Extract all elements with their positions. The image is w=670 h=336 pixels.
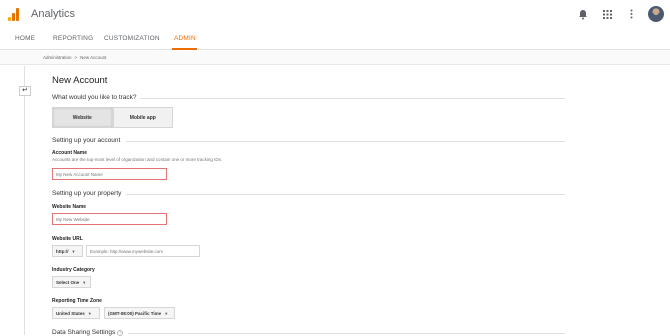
website-name-label: Website Name: [52, 204, 87, 210]
tab-admin[interactable]: ADMIN: [174, 35, 196, 42]
tab-reporting[interactable]: REPORTING: [53, 35, 93, 42]
top-icons: [576, 6, 664, 22]
track-question: What would you like to track?: [52, 94, 137, 101]
account-name-help: Accounts are the top-most level of organ…: [52, 157, 223, 162]
website-url-input[interactable]: [86, 245, 200, 257]
more-vert-icon[interactable]: [624, 7, 638, 21]
divider: [140, 98, 565, 99]
caret-down-icon: ▼: [71, 248, 76, 254]
app-title: Analytics: [31, 8, 76, 20]
timezone-dropdown[interactable]: (GMT-08:00) Pacific Time ▼: [104, 307, 175, 319]
industry-dropdown[interactable]: Select One ▼: [52, 276, 91, 288]
website-option[interactable]: Website: [52, 107, 113, 128]
tab-customization[interactable]: CUSTOMIZATION: [104, 35, 160, 42]
top-app-bar: Analytics: [0, 0, 670, 30]
breadcrumb-current: New Account: [80, 55, 107, 60]
account-name-input[interactable]: [52, 168, 167, 180]
breadcrumb-separator: >: [74, 55, 78, 60]
divider: [126, 194, 565, 195]
divider: [128, 333, 565, 334]
left-rail-divider: [24, 66, 25, 335]
help-icon[interactable]: ?: [117, 330, 124, 336]
avatar[interactable]: [648, 6, 664, 22]
account-section-title: Setting up your account: [52, 137, 121, 144]
breadcrumb: Administration > New Account: [43, 55, 106, 60]
main-nav: HOME REPORTING CUSTOMIZATION ADMIN: [0, 30, 670, 50]
mobile-app-option[interactable]: Mobile app: [112, 107, 173, 128]
account-name-label: Account Name: [52, 150, 88, 156]
caret-down-icon: ▼: [87, 310, 92, 316]
country-value: United States: [56, 310, 85, 316]
caret-down-icon: ▼: [164, 310, 169, 316]
timezone-label: Reporting Time Zone: [52, 298, 102, 304]
timezone-value: (GMT-08:00) Pacific Time: [108, 310, 162, 316]
apps-grid-icon[interactable]: [600, 7, 614, 21]
active-tab-indicator: [172, 48, 197, 50]
divider: [126, 141, 565, 142]
back-arrow-icon[interactable]: ↵: [19, 86, 31, 96]
industry-label: Industry Category: [52, 267, 95, 273]
breadcrumb-administration[interactable]: Administration: [43, 55, 72, 60]
bell-icon[interactable]: [576, 7, 590, 21]
caret-down-icon: ▼: [82, 279, 87, 285]
website-url-label: Website URL: [52, 236, 83, 242]
track-type-selector: Website Mobile app: [52, 107, 173, 128]
protocol-value: http://: [56, 248, 69, 254]
industry-value: Select One: [56, 279, 80, 285]
country-dropdown[interactable]: United States ▼: [52, 307, 100, 319]
property-section-title: Setting up your property: [52, 190, 122, 197]
tab-home[interactable]: HOME: [15, 35, 35, 42]
protocol-dropdown[interactable]: http:// ▼: [52, 245, 83, 257]
analytics-logo[interactable]: [8, 8, 20, 21]
page-title: New Account: [52, 75, 108, 86]
breadcrumb-bar: Administration > New Account: [0, 51, 670, 65]
website-name-input[interactable]: [52, 213, 167, 225]
